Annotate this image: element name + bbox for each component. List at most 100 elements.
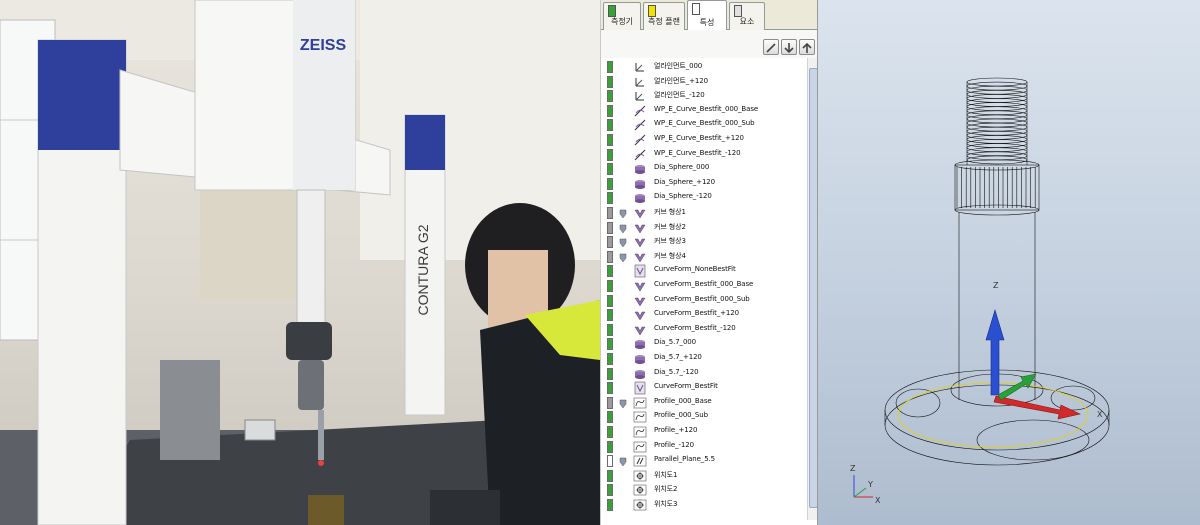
list-item-label: Dia_Sphere_000 — [654, 163, 710, 172]
cad-view[interactable]: Z X Z Y X — [818, 0, 1200, 525]
list-item[interactable]: Profile_000_Sub — [601, 410, 807, 425]
list-item-label: Profile_-120 — [654, 440, 694, 449]
status-indicator — [607, 104, 613, 117]
list-item[interactable]: Profile_+120 — [601, 425, 807, 440]
tab-machine[interactable]: 측정기 — [603, 2, 641, 30]
curve-bestfit-icon — [634, 149, 646, 160]
list-item[interactable]: Dia_5.7_000 — [601, 337, 807, 352]
list-item[interactable]: 위치도1 — [601, 469, 807, 484]
list-item[interactable]: WP_E_Curve_Bestfit_+120 — [601, 133, 807, 148]
position-icon — [633, 485, 647, 496]
status-indicator — [607, 148, 613, 161]
status-indicator — [607, 367, 613, 380]
pocket-front — [976, 419, 1090, 461]
status-indicator — [607, 236, 613, 249]
list-item-label: 커브 형상2 — [654, 222, 686, 231]
list-item[interactable]: 커브 형상4 — [601, 250, 807, 265]
list-item-label: WP_E_Curve_Bestfit_000_Sub — [654, 119, 755, 128]
list-item-label: CurveForm_Bestfit_000_Sub — [654, 294, 750, 303]
fixture — [160, 360, 220, 460]
corner-z-label: Z — [850, 464, 856, 473]
list-item[interactable]: CurveForm_Bestfit_-120 — [601, 323, 807, 338]
probe-head — [286, 322, 332, 360]
list-item-label: Profile_000_Sub — [654, 411, 708, 420]
list-item[interactable]: 얼라인먼트_+120 — [601, 75, 807, 90]
status-indicator — [607, 75, 613, 88]
position-icon — [633, 499, 647, 511]
list-item-label: 얼라인먼트_000 — [654, 62, 703, 70]
list-item[interactable]: Profile_000_Base — [601, 396, 807, 411]
x-axis-arrow — [993, 395, 1081, 420]
model-label: CONTURA G2 — [415, 224, 431, 315]
zeiss-logo: ZEISS — [300, 37, 347, 54]
list-item-label: 커브 형상1 — [654, 208, 686, 216]
status-indicator — [607, 163, 613, 176]
move-up-button[interactable] — [799, 39, 815, 55]
profile-icon — [633, 412, 647, 423]
status-indicator — [607, 484, 613, 497]
list-item[interactable]: 커브 형상3 — [601, 235, 807, 250]
curve-form-doc-icon — [634, 265, 646, 278]
list-item[interactable]: 얼라인먼트_-120 — [601, 89, 807, 104]
list-item[interactable]: 커브 형상1 — [601, 206, 807, 221]
list-item[interactable]: Profile_-120 — [601, 440, 807, 455]
list-item-label: WP_E_Curve_Bestfit_-120 — [654, 148, 741, 157]
alignment-icon — [635, 92, 644, 101]
list-item[interactable]: CurveForm_BestFit — [601, 381, 807, 396]
list-item[interactable]: 얼라인먼트_000 — [601, 60, 807, 75]
corner-y-label: Y — [867, 480, 873, 489]
list-toolbar — [601, 30, 817, 58]
list-item[interactable]: Dia_Sphere_+120 — [601, 177, 807, 192]
list-item[interactable]: Dia_5.7_-120 — [601, 367, 807, 382]
cmm-photo-illustration: ZEISS CONTURA G2 — [0, 0, 600, 525]
knurl-collar — [954, 164, 1040, 211]
tab-characteristics[interactable]: 특성 — [687, 0, 727, 31]
alignment-icon — [635, 63, 644, 72]
profile-icon — [633, 397, 647, 409]
cylinder-icon — [635, 355, 645, 364]
list-item-label: Dia_5.7_+120 — [654, 353, 702, 361]
curve-form-icon — [634, 311, 646, 321]
list-item[interactable]: WP_E_Curve_Bestfit_-120 — [601, 148, 807, 163]
list-item[interactable]: Dia_5.7_+120 — [601, 352, 807, 367]
list-item[interactable]: WP_E_Curve_Bestfit_000_Sub — [601, 118, 807, 133]
status-indicator — [607, 192, 613, 205]
axis-triad: Z X — [985, 281, 1103, 420]
status-indicator — [607, 134, 613, 146]
sphere-icon — [635, 165, 645, 175]
cylinder-icon — [635, 340, 645, 350]
list-item-label: 위치도1 — [654, 470, 678, 479]
list-item[interactable]: 위치도2 — [601, 483, 807, 498]
scrollbar-thumb[interactable] — [809, 68, 817, 508]
curve-form-icon — [634, 297, 646, 307]
tab-measurement-plan[interactable]: 측정 플랜 — [643, 2, 685, 30]
curve-form-icon — [634, 282, 646, 292]
list-item[interactable]: CurveForm_Bestfit_000_Base — [601, 279, 807, 294]
thread-wireframe — [966, 77, 1028, 165]
parallelism-icon — [633, 455, 647, 467]
pencil-icon — [766, 43, 776, 53]
list-item-label: CurveForm_Bestfit_000_Base — [654, 280, 754, 288]
list-item[interactable]: CurveForm_NoneBestFit — [601, 264, 807, 279]
characteristic-icon — [692, 3, 700, 15]
list-item-label: 커브 형상3 — [654, 237, 686, 246]
list-item-label: CurveForm_Bestfit_+120 — [654, 309, 739, 318]
status-indicator — [607, 250, 613, 263]
list-item[interactable]: CurveForm_Bestfit_+120 — [601, 308, 807, 323]
list-item[interactable]: 위치도3 — [601, 498, 807, 513]
list-item[interactable]: Parallel_Plane_5.5 — [601, 454, 807, 469]
tab-elements[interactable]: 요소 — [729, 2, 765, 30]
shield-icon — [619, 209, 627, 218]
list-item[interactable]: Dia_Sphere_000 — [601, 162, 807, 177]
list-item-label: Dia_Sphere_+120 — [654, 177, 716, 186]
list-item[interactable]: Dia_Sphere_-120 — [601, 191, 807, 206]
pocket-left — [895, 388, 941, 418]
edit-button[interactable] — [763, 39, 779, 55]
list-item[interactable]: CurveForm_Bestfit_000_Sub — [601, 294, 807, 309]
move-down-button[interactable] — [781, 39, 797, 55]
list-scrollbar[interactable] — [807, 58, 817, 520]
back-window — [200, 180, 310, 300]
cad-model-wireframe: Z X Z Y X — [850, 77, 1110, 505]
list-item[interactable]: 커브 형상2 — [601, 221, 807, 236]
list-item[interactable]: WP_E_Curve_Bestfit_000_Base — [601, 104, 807, 119]
